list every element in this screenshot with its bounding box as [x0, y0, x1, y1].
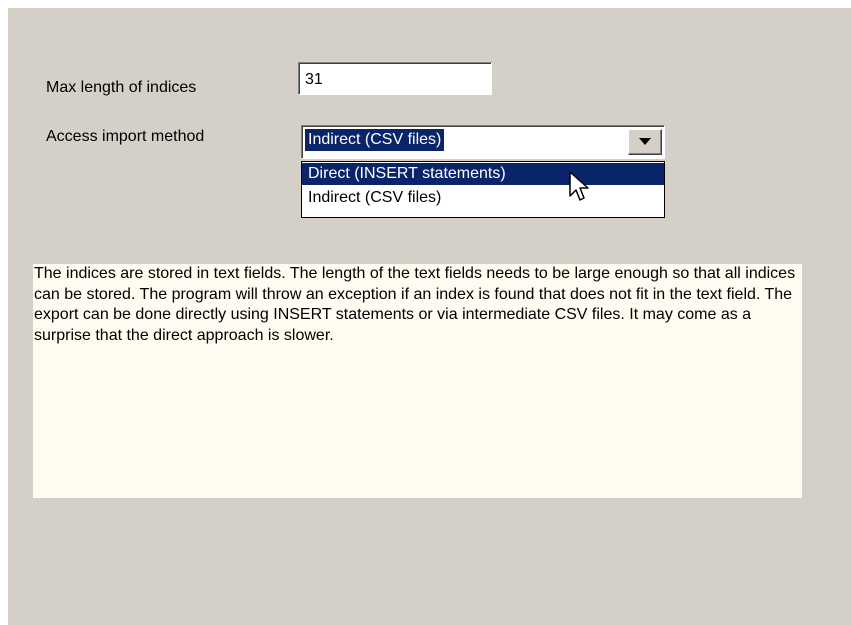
access-import-method-select[interactable]: Indirect (CSV files) [301, 125, 665, 159]
max-length-label: Max length of indices [46, 79, 197, 96]
dropdown-option-direct[interactable]: Direct (INSERT statements) [302, 163, 664, 185]
mouse-pointer-icon [569, 171, 589, 201]
access-import-method-dropdown-list: Direct (INSERT statements) Indirect (CSV… [301, 161, 665, 218]
dropdown-option-indirect[interactable]: Indirect (CSV files) [302, 187, 664, 209]
dropdown-arrow-button[interactable] [628, 129, 662, 155]
access-import-method-label: Access import method [46, 128, 205, 145]
help-description-box: The indices are stored in text fields. T… [33, 264, 802, 498]
max-length-input[interactable] [298, 62, 492, 95]
help-description-text: The indices are stored in text fields. T… [34, 265, 796, 344]
chevron-down-icon [639, 138, 651, 145]
access-import-method-selected-value: Indirect (CSV files) [305, 129, 445, 151]
window-root: Max length of indices Access import meth… [0, 0, 851, 625]
